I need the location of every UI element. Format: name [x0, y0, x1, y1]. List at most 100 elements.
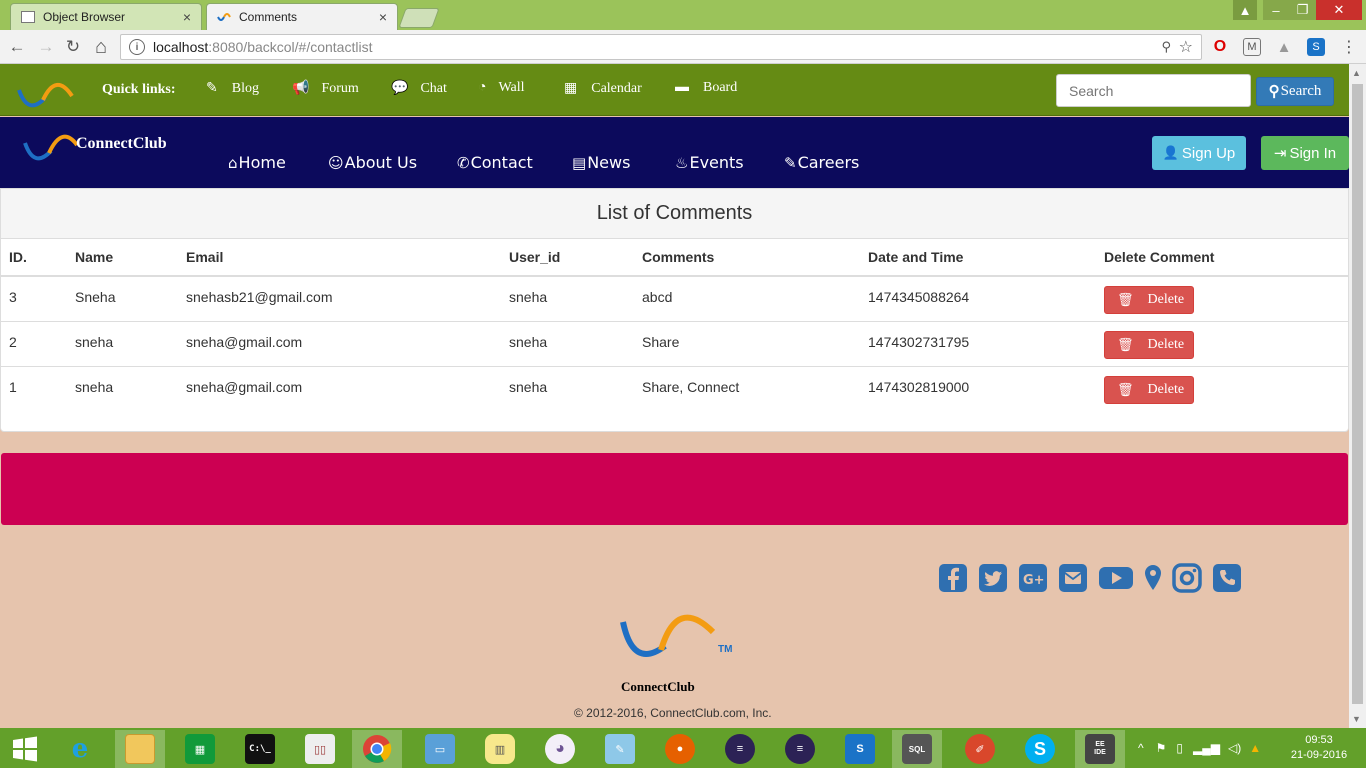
- delete-label: Delete: [1147, 336, 1185, 352]
- bookmark-star-icon[interactable]: ☆: [1179, 37, 1193, 57]
- phone-icon[interactable]: [1212, 563, 1242, 593]
- quick-link-wall[interactable]: ◔ Wall: [478, 80, 525, 96]
- facebook-icon[interactable]: [938, 563, 968, 593]
- jmeter-icon[interactable]: ✐: [955, 730, 1005, 768]
- youtube-icon[interactable]: [1098, 563, 1134, 593]
- sign-in-button[interactable]: ⇥ Sign In: [1261, 136, 1349, 170]
- connectclub-logo-icon[interactable]: [22, 129, 78, 163]
- internet-explorer-icon[interactable]: e: [55, 730, 105, 768]
- cell-name: sneha: [67, 320, 178, 366]
- cell-user-id: sneha: [509, 289, 548, 305]
- volume-icon[interactable]: ◁): [1228, 741, 1241, 755]
- tray-chevron-icon[interactable]: ^: [1138, 741, 1144, 755]
- nav-contact[interactable]: ✆ Contact: [457, 153, 533, 172]
- chrome-icon[interactable]: [352, 730, 402, 768]
- email-icon[interactable]: [1058, 563, 1088, 593]
- instagram-icon[interactable]: [1172, 563, 1202, 593]
- search-button[interactable]: ⚲ Search: [1256, 77, 1334, 106]
- google-drive-icon[interactable]: ▲: [1249, 741, 1261, 755]
- remote-desktop-icon[interactable]: ▭: [415, 730, 465, 768]
- sql-developer-icon[interactable]: SQL: [892, 730, 942, 768]
- back-icon[interactable]: ←: [6, 36, 28, 58]
- close-icon[interactable]: ×: [379, 9, 387, 25]
- cell-id: 1: [1, 365, 67, 411]
- book-reader-icon[interactable]: ▯▯: [295, 730, 345, 768]
- notepad-icon[interactable]: ✎: [595, 730, 645, 768]
- nav-careers[interactable]: ✎ Careers: [784, 153, 859, 172]
- quick-link-label: Calendar: [591, 80, 642, 96]
- delete-button[interactable]: 🗑 Delete: [1104, 375, 1194, 404]
- nav-about-us[interactable]: ☺ About Us: [328, 153, 417, 172]
- opera-extension-icon[interactable]: O: [1211, 38, 1229, 56]
- eclipse-icon[interactable]: ≡: [715, 730, 765, 768]
- info-icon[interactable]: i: [129, 39, 145, 55]
- page-scrollbar[interactable]: ▲ ▼: [1349, 64, 1366, 728]
- tab-label: Comments: [239, 10, 298, 24]
- key-icon[interactable]: ⚲: [1161, 39, 1171, 55]
- delete-button[interactable]: 🗑 Delete: [1104, 286, 1194, 314]
- database-icon[interactable]: ▥: [475, 730, 525, 768]
- taskbar-clock[interactable]: 09:53 21-09-2016: [1285, 733, 1353, 763]
- tab-comments[interactable]: Comments ×: [206, 3, 398, 30]
- eclipse-icon[interactable]: ≡: [775, 730, 825, 768]
- quick-link-chat[interactable]: 💬 Chat: [391, 80, 447, 97]
- calendar-icon: ▦: [564, 81, 578, 96]
- file-explorer-icon[interactable]: [115, 730, 165, 768]
- battery-icon[interactable]: ▯: [1176, 741, 1183, 755]
- nav-home[interactable]: ⌂ Home: [228, 153, 286, 172]
- sign-up-button[interactable]: 👤 Sign Up: [1152, 136, 1246, 170]
- flag-icon[interactable]: ⚑: [1156, 741, 1167, 755]
- forward-icon[interactable]: →: [35, 36, 57, 58]
- connectclub-logo-icon[interactable]: [16, 78, 74, 112]
- windows-start-button[interactable]: [0, 730, 50, 768]
- drive-extension-icon[interactable]: ▲: [1275, 38, 1293, 56]
- trash-icon: 🗑: [1117, 336, 1134, 352]
- cell-id: 2: [1, 320, 67, 366]
- search-input[interactable]: [1056, 74, 1251, 107]
- quick-link-blog[interactable]: ✎ Blog: [206, 80, 259, 97]
- trash-icon: 🗑: [1117, 292, 1134, 307]
- brand-name[interactable]: ConnectClub: [76, 135, 167, 153]
- skype-icon[interactable]: S: [1015, 730, 1065, 768]
- quick-link-calendar[interactable]: ▦ Calendar: [564, 80, 642, 97]
- new-tab-button[interactable]: [398, 8, 440, 28]
- location-icon[interactable]: [1141, 563, 1165, 593]
- window-close-button[interactable]: ✕: [1316, 0, 1362, 20]
- quick-link-forum[interactable]: 📢 Forum: [292, 80, 359, 97]
- xamarin-icon[interactable]: S: [835, 730, 885, 768]
- command-prompt-icon[interactable]: C:\_: [235, 730, 285, 768]
- nav-label: Careers: [797, 153, 860, 172]
- clock-date: 21-09-2016: [1290, 749, 1348, 761]
- nav-events[interactable]: ♨ Events: [675, 153, 744, 172]
- cell-datetime: 1474302819000: [860, 365, 1096, 411]
- scroll-up-icon[interactable]: ▲: [1352, 68, 1361, 78]
- scroll-down-icon[interactable]: ▼: [1352, 714, 1361, 724]
- firefox-icon[interactable]: ●: [655, 730, 705, 768]
- column-header: Email: [178, 239, 501, 277]
- cell-name: Sneha: [75, 289, 116, 305]
- extension-s-icon[interactable]: S: [1307, 38, 1325, 56]
- quick-link-board[interactable]: ▬ Board: [675, 80, 737, 96]
- home-icon[interactable]: ⌂: [90, 36, 112, 58]
- board-icon: ▬: [675, 80, 689, 95]
- java-ee-ide-icon[interactable]: EE IDE: [1075, 730, 1125, 768]
- github-icon[interactable]: ◕: [535, 730, 585, 768]
- twitter-icon[interactable]: [978, 563, 1008, 593]
- minimize-button[interactable]: –: [1263, 0, 1289, 20]
- tab-object-browser[interactable]: Object Browser ×: [10, 3, 202, 30]
- phone-icon: ✆: [457, 153, 470, 172]
- reload-icon[interactable]: ↻: [62, 36, 84, 58]
- maximize-button[interactable]: ❐: [1289, 0, 1316, 20]
- close-icon[interactable]: ×: [183, 9, 191, 25]
- nav-news[interactable]: ▤ News: [572, 153, 630, 172]
- windows-store-icon[interactable]: ▦: [175, 730, 225, 768]
- delete-button[interactable]: 🗑 Delete: [1104, 330, 1194, 359]
- url-input[interactable]: i localhost:8080/backcol/#/contactlist ⚲…: [120, 34, 1202, 60]
- menu-icon[interactable]: ⋮: [1340, 38, 1358, 56]
- signal-icon[interactable]: ▂▄▆: [1193, 741, 1220, 755]
- user-profile-icon[interactable]: ▲: [1233, 0, 1257, 20]
- google-plus-icon[interactable]: G+: [1018, 563, 1048, 593]
- scrollbar-thumb[interactable]: [1352, 84, 1363, 704]
- extension-m-icon[interactable]: M: [1243, 38, 1261, 56]
- newspaper-icon: ▤: [572, 153, 587, 172]
